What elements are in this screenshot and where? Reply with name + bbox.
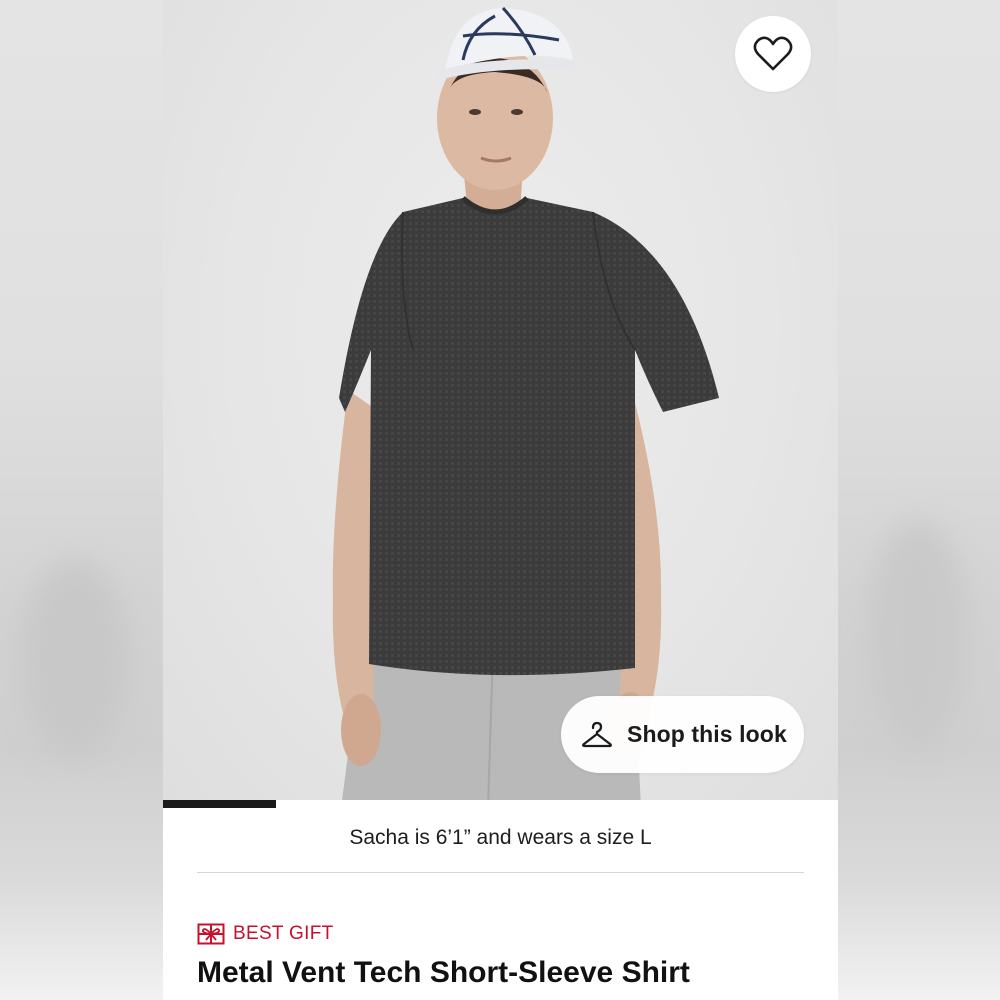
carousel-progress-bar [163,800,838,808]
heart-outline-icon [753,36,793,71]
product-page: Shop this look Sacha is 6’1” and wears a… [163,0,838,1000]
section-divider [197,872,804,873]
best-gift-badge: BEST GIFT [197,923,334,945]
blurred-left-margin [0,0,163,1000]
model-size-caption: Sacha is 6’1” and wears a size L [349,826,652,849]
product-image-carousel[interactable]: Shop this look [163,0,838,808]
shop-this-look-label: Shop this look [627,721,787,747]
model-photo [332,6,719,808]
carousel-progress-fill [163,800,276,808]
product-title: Metal Vent Tech Short-Sleeve Shirt [197,956,690,989]
badge-label: BEST GIFT [233,923,334,944]
shop-this-look-button[interactable]: Shop this look [561,696,804,773]
gift-icon [197,923,225,945]
screenshot-stage: Shop this look Sacha is 6’1” and wears a… [0,0,1000,1000]
hanger-icon [582,721,612,747]
favorite-button[interactable] [735,16,811,92]
blurred-right-margin [838,0,1000,1000]
